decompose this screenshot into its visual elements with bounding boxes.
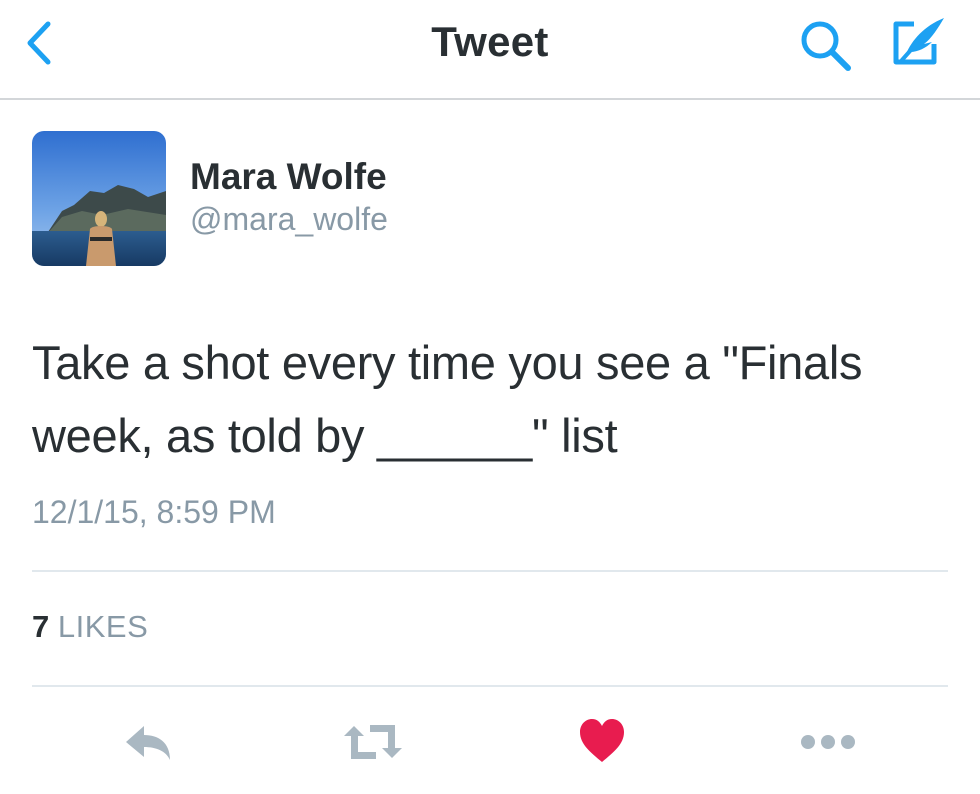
reply-button[interactable] (122, 714, 174, 770)
tweet-text-line-1: Take a shot every time you see a "Finals (32, 336, 863, 389)
retweet-icon (344, 725, 402, 759)
search-icon (801, 21, 851, 71)
avatar[interactable] (32, 131, 166, 266)
more-dots-icon (801, 735, 855, 749)
divider (32, 570, 948, 572)
compose-tweet-icon (893, 18, 944, 65)
heart-icon (580, 719, 624, 762)
reply-icon (126, 726, 170, 760)
tweet-text-line-2: week, as told by ______" list (32, 409, 618, 462)
likes-count-link[interactable]: 7 LIKES (32, 609, 148, 645)
compose-button[interactable] (884, 14, 950, 74)
divider (32, 685, 948, 687)
like-button[interactable] (578, 714, 626, 770)
profile-photo-image (32, 131, 166, 266)
likes-count: 7 (32, 609, 50, 644)
search-button[interactable] (796, 16, 856, 76)
author-name[interactable]: Mara Wolfe (190, 156, 387, 198)
tweet-detail-screen: Tweet Mara Wolfe @mara_wolfe Take a shot… (0, 0, 980, 794)
retweet-button[interactable] (340, 714, 406, 770)
author-handle[interactable]: @mara_wolfe (190, 201, 388, 238)
tweet-text: Take a shot every time you see a "Finals… (32, 326, 952, 472)
navigation-bar: Tweet (0, 0, 980, 100)
tweet-timestamp: 12/1/15, 8:59 PM (32, 494, 276, 530)
more-button[interactable] (798, 714, 858, 770)
likes-label: LIKES (57, 609, 149, 644)
